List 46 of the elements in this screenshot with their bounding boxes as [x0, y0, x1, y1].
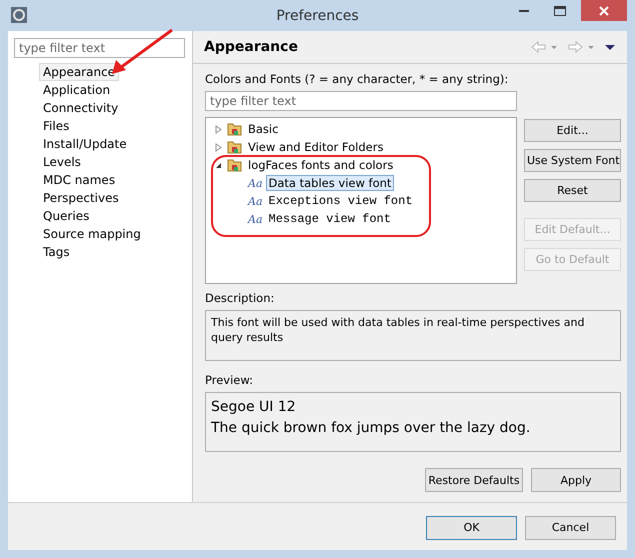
tree-item[interactable]: Data tables view font — [266, 175, 394, 191]
expanded-arrow-icon[interactable] — [215, 162, 222, 168]
nav-item[interactable]: Perspectives — [39, 189, 123, 207]
app-icon — [10, 6, 28, 24]
tree-item[interactable]: Exceptions view font — [266, 193, 416, 209]
action-button[interactable]: Use System Font — [524, 149, 621, 172]
action-button[interactable]: Edit... — [524, 119, 621, 142]
nav-item[interactable]: Application — [39, 81, 114, 99]
window-title: Preferences — [276, 8, 359, 24]
nav-item[interactable]: Tags — [39, 243, 74, 261]
font-icon: Aa — [248, 176, 263, 190]
colors-fonts-label: Colors and Fonts (? = any character, * = any string): — [205, 72, 510, 86]
close-button[interactable] — [581, 0, 627, 21]
tree-item[interactable]: Message view font — [266, 211, 394, 227]
nav-item[interactable]: Source mapping — [39, 225, 145, 243]
description-text: This font will be used with data tables in real-time perspectives and query results — [211, 316, 584, 344]
dialog-button[interactable]: Cancel — [525, 516, 616, 540]
tree-item[interactable]: logFaces fonts and colors — [248, 158, 394, 172]
dialog-button[interactable]: OK — [426, 516, 517, 540]
preview-text: Segoe UI 12 — [211, 398, 297, 417]
nav-item[interactable]: Install/Update — [39, 135, 131, 153]
filter-field[interactable]: type filter text — [205, 91, 517, 111]
action-button[interactable]: Reset — [524, 179, 621, 202]
nav-item[interactable]: Appearance — [39, 63, 120, 81]
page-title: Appearance — [204, 39, 298, 55]
nav-item[interactable]: Files — [39, 117, 74, 135]
maximize-icon[interactable] — [554, 6, 566, 16]
navigation-arrows-icon[interactable] — [531, 40, 617, 54]
folder-icon — [227, 121, 244, 137]
tree-item[interactable]: View and Editor Folders — [248, 140, 384, 154]
font-icon: Aa — [248, 194, 263, 208]
page-button[interactable]: Apply — [531, 468, 621, 492]
preview-label: Preview: — [205, 373, 254, 387]
font-icon: Aa — [248, 212, 263, 226]
nav-item[interactable]: MDC names — [39, 171, 120, 189]
folder-icon — [227, 139, 244, 155]
tree-item[interactable]: Basic — [248, 122, 278, 136]
nav-item[interactable]: Levels — [39, 153, 85, 171]
close-icon[interactable] — [599, 6, 609, 16]
nav-item[interactable]: Connectivity — [39, 99, 122, 117]
nav-item[interactable]: Queries — [39, 207, 94, 225]
folder-icon — [227, 157, 244, 173]
filter-field[interactable]: type filter text — [14, 38, 185, 58]
preview-text: The quick brown fox jumps over the lazy dog. — [211, 419, 532, 438]
page-button[interactable]: Restore Defaults — [425, 468, 523, 492]
description-label: Description: — [205, 291, 276, 305]
